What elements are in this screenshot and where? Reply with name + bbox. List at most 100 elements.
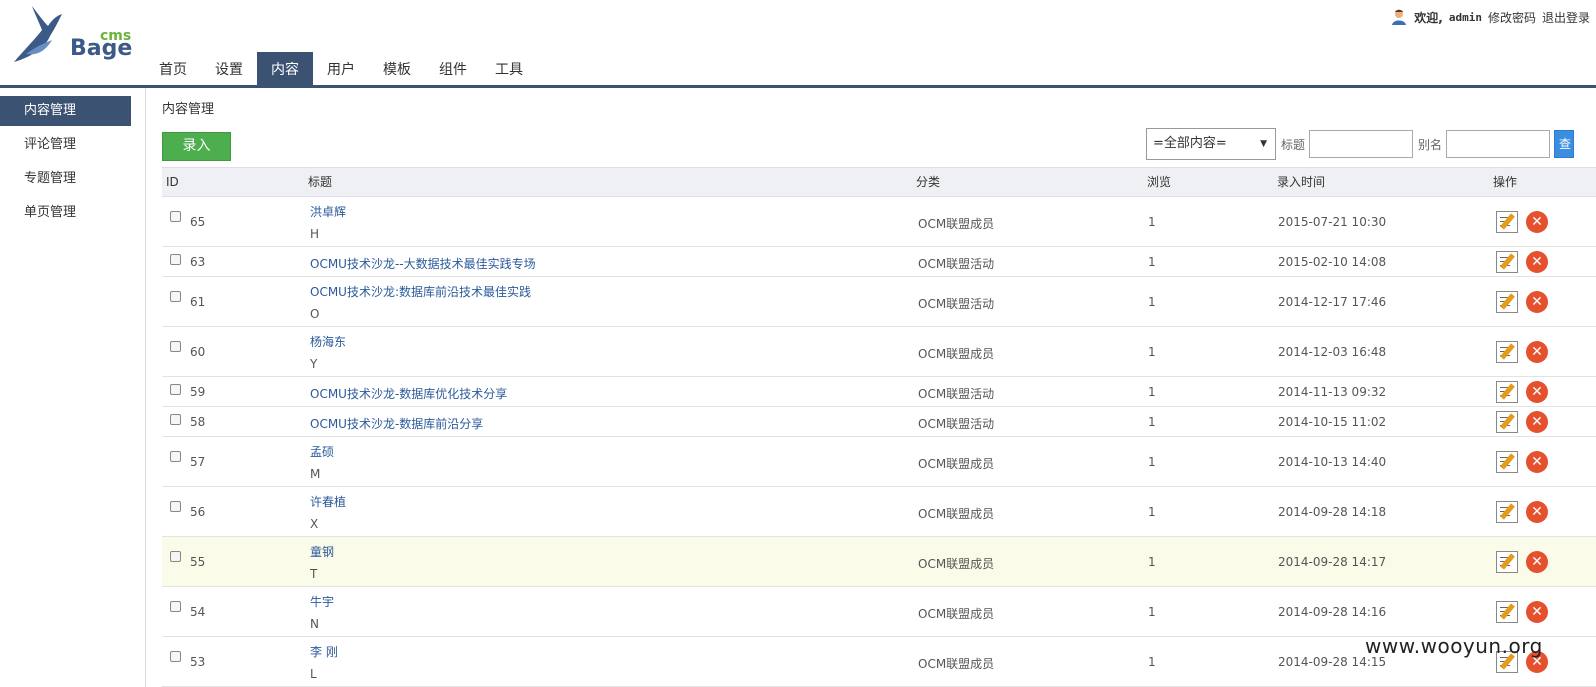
sidebar-item-comment-management[interactable]: 评论管理 (0, 130, 131, 160)
row-checkbox[interactable] (170, 211, 181, 222)
alias-filter-input[interactable] (1446, 130, 1551, 158)
table-row: 54 牛宇 N OCM联盟成员 1 2014-09-28 14:16 ✕ (162, 587, 1596, 637)
row-category: OCM联盟活动 (918, 417, 995, 431)
row-checkbox[interactable] (170, 384, 181, 395)
row-id: 61 (190, 295, 206, 309)
row-title-link[interactable]: 许春植 (310, 493, 346, 510)
row-views: 1 (1148, 555, 1156, 569)
delete-icon[interactable]: ✕ (1526, 501, 1548, 523)
delete-icon[interactable]: ✕ (1526, 251, 1548, 273)
content-table: ID 标题 分类 浏览 录入时间 操作 65 洪卓辉 H OCM联盟成员 1 2015-0… (162, 167, 1596, 687)
delete-icon[interactable]: ✕ (1526, 601, 1548, 623)
nav-tab-settings[interactable]: 设置 (201, 52, 257, 88)
edit-icon[interactable] (1496, 341, 1518, 363)
sidebar-item-page-management[interactable]: 单页管理 (0, 198, 131, 228)
row-title-initial: Y (310, 357, 318, 371)
edit-icon[interactable] (1496, 411, 1518, 433)
table-row: 60 杨海东 Y OCM联盟成员 1 2014-12-03 16:48 ✕ (162, 327, 1596, 377)
nav-tab-users[interactable]: 用户 (313, 52, 369, 88)
row-category: OCM联盟成员 (918, 457, 995, 471)
row-title-link[interactable]: 杨海东 (310, 333, 346, 350)
row-id: 55 (190, 555, 206, 569)
delete-icon[interactable]: ✕ (1526, 381, 1548, 403)
title-filter-input[interactable] (1309, 130, 1414, 158)
table-body: 65 洪卓辉 H OCM联盟成员 1 2015-07-21 10:30 ✕ 63 OCMU技术沙… (162, 197, 1596, 687)
edit-icon[interactable] (1496, 601, 1518, 623)
row-time: 2014-09-28 14:18 (1278, 505, 1387, 519)
edit-icon[interactable] (1496, 501, 1518, 523)
row-title-link[interactable]: OCMU技术沙龙-数据库优化技术分享 (310, 385, 507, 402)
search-button[interactable]: 查 (1554, 130, 1575, 158)
row-title-link[interactable]: OCMU技术沙龙-数据库前沿分享 (310, 415, 483, 432)
row-time: 2014-10-13 14:40 (1278, 455, 1387, 469)
row-views: 1 (1148, 505, 1156, 519)
row-time: 2014-09-28 14:17 (1278, 555, 1387, 569)
row-checkbox[interactable] (170, 254, 181, 265)
column-header-id: ID (166, 175, 179, 189)
edit-icon[interactable] (1496, 551, 1518, 573)
table-row: 55 童钢 T OCM联盟成员 1 2014-09-28 14:17 ✕ (162, 537, 1596, 587)
row-views: 1 (1148, 655, 1156, 669)
row-category: OCM联盟成员 (918, 347, 995, 361)
row-title-link[interactable]: 孟硕 (310, 443, 334, 460)
edit-icon[interactable] (1496, 291, 1518, 313)
row-checkbox[interactable] (170, 651, 181, 662)
nav-tab-templates[interactable]: 模板 (369, 52, 425, 88)
change-password-link[interactable]: 修改密码 (1488, 9, 1536, 26)
row-category: OCM联盟活动 (918, 257, 995, 271)
row-time: 2014-11-13 09:32 (1278, 385, 1387, 399)
row-checkbox[interactable] (170, 451, 181, 462)
table-row: 65 洪卓辉 H OCM联盟成员 1 2015-07-21 10:30 ✕ (162, 197, 1596, 247)
row-title-link[interactable]: OCMU技术沙龙:数据库前沿技术最佳实践 (310, 283, 531, 300)
row-checkbox[interactable] (170, 551, 181, 562)
row-checkbox[interactable] (170, 341, 181, 352)
table-row: 56 许春植 X OCM联盟成员 1 2014-09-28 14:18 ✕ (162, 487, 1596, 537)
sidebar-item-topic-management[interactable]: 专题管理 (0, 164, 131, 194)
row-title-link[interactable]: 洪卓辉 (310, 203, 346, 220)
nav-tab-content[interactable]: 内容 (257, 52, 313, 88)
row-time: 2015-02-10 14:08 (1278, 255, 1387, 269)
edit-icon[interactable] (1496, 451, 1518, 473)
delete-icon[interactable]: ✕ (1526, 341, 1548, 363)
add-content-button[interactable]: 录入 (162, 132, 231, 161)
edit-icon[interactable] (1496, 381, 1518, 403)
edit-icon[interactable] (1496, 251, 1518, 273)
watermark: www.wooyun.org (1365, 634, 1543, 658)
row-title-link[interactable]: 牛宇 (310, 593, 334, 610)
logout-link[interactable]: 退出登录 (1542, 9, 1590, 26)
column-header-views: 浏览 (1147, 175, 1172, 189)
row-checkbox[interactable] (170, 291, 181, 302)
row-id: 56 (190, 505, 206, 519)
row-title-link[interactable]: OCMU技术沙龙--大数据技术最佳实践专场 (310, 255, 536, 272)
row-title-initial: H (310, 227, 320, 241)
delete-icon[interactable]: ✕ (1526, 551, 1548, 573)
delete-icon[interactable]: ✕ (1526, 411, 1548, 433)
row-time: 2014-09-28 14:16 (1278, 605, 1387, 619)
sidebar-item-content-management[interactable]: 内容管理 (0, 96, 131, 126)
row-checkbox[interactable] (170, 501, 181, 512)
row-checkbox[interactable] (170, 414, 181, 425)
category-select[interactable]: =全部内容= ▼ (1146, 128, 1276, 160)
row-views: 1 (1148, 345, 1156, 359)
table-row: 63 OCMU技术沙龙--大数据技术最佳实践专场 OCM联盟活动 1 2015-02-1… (162, 247, 1596, 277)
delete-icon[interactable]: ✕ (1526, 451, 1548, 473)
filter-bar: =全部内容= ▼ 标题 别名 查 (1146, 128, 1575, 160)
row-title-link[interactable]: 童钢 (310, 543, 334, 560)
delete-icon[interactable]: ✕ (1526, 291, 1548, 313)
edit-icon[interactable] (1496, 211, 1518, 233)
row-category: OCM联盟成员 (918, 217, 995, 231)
row-views: 1 (1148, 455, 1156, 469)
dropdown-arrow-icon: ▼ (1260, 139, 1267, 149)
row-checkbox[interactable] (170, 601, 181, 612)
row-title-initial: O (310, 307, 320, 321)
delete-icon[interactable]: ✕ (1526, 211, 1548, 233)
table-row: 59 OCMU技术沙龙-数据库优化技术分享 OCM联盟活动 1 2014-11-13 0… (162, 377, 1596, 407)
page-title: 内容管理 (162, 102, 215, 117)
nav-tab-tools[interactable]: 工具 (481, 52, 537, 88)
nav-tab-home[interactable]: 首页 (145, 52, 201, 88)
column-header-category: 分类 (916, 175, 941, 189)
row-title-link[interactable]: 李 刚 (310, 643, 338, 660)
logo[interactable]: cms Bage (12, 4, 132, 66)
nav-tab-components[interactable]: 组件 (425, 52, 481, 88)
row-id: 59 (190, 385, 206, 399)
